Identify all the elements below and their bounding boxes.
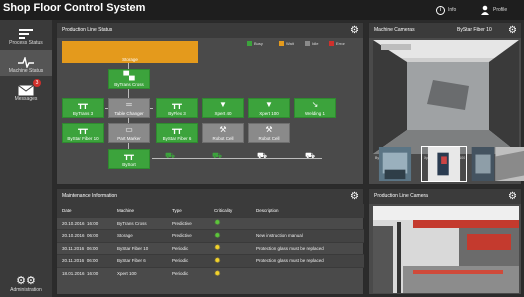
storage-block[interactable]: Storage (62, 41, 198, 63)
criticality-gear-icon: ✹ (214, 230, 221, 240)
gears-icon: ⚙⚙ (16, 275, 36, 287)
machine-bystar-fiber-10[interactable]: ┳┳ ByStar Fiber 10 (62, 123, 104, 143)
gear-icon[interactable]: ⚙ (508, 25, 517, 36)
profile-label: Profile (493, 7, 508, 13)
sidebar-item-label: Messages (14, 96, 38, 102)
criticality-gear-icon: ✹ (214, 255, 221, 265)
criticality-gear-icon: ✹ (214, 243, 221, 253)
panel-title: Maintenance Information (57, 189, 363, 204)
robot-icon: ⚒ (219, 125, 227, 134)
gear-icon[interactable]: ⚙ (350, 191, 359, 202)
table-row[interactable]: 18.01.2016 16:00 Xpert 100 Periodic ✹ (57, 266, 364, 280)
maintenance-table: Date Machine Type Criticality Descriptio… (57, 204, 364, 280)
legend-error: Error (329, 41, 345, 46)
machine-bytrans-3[interactable]: ┳┳ ByTrans 3 (62, 98, 104, 118)
sidebar-item-label: Process Status (9, 40, 43, 46)
production-line-camera-panel: Production Line Camera ⚙ (368, 188, 522, 295)
criticality-gear-icon: ✹ (214, 268, 221, 278)
table-header-row: Date Machine Type Criticality Descriptio… (57, 204, 364, 217)
machine-cameras-panel: Machine Cameras ByStar Fiber 10 ⚙ ByStar… (368, 22, 524, 185)
table-row[interactable]: 20.10.2016 06:00 Storage Predictive ✹ Ne… (57, 229, 364, 242)
machine-xpert-100[interactable]: ▼ Xpert 100 (248, 98, 290, 118)
production-line-status-panel: Production Line Status ⚙ Busy Wait Idle … (56, 22, 364, 185)
current-camera-label: ByStar Fiber 10 (457, 27, 492, 33)
table-row[interactable]: 30.11.2016 06:00 ByStar Fiber 10 Periodi… (57, 241, 364, 255)
sidebar-item-label: Machine Status (8, 68, 44, 74)
machine-icon: ↘ (311, 100, 319, 109)
table-row[interactable]: 20.11.2016 06:00 ByStar Fiber 6 Periodic… (57, 254, 364, 267)
messages-badge: 3 (33, 79, 41, 87)
camera-thumb-xpert-150[interactable] (488, 147, 524, 181)
profile-icon (481, 5, 489, 15)
forklift-icon: ⛟ (165, 151, 176, 160)
machine-bytrans-cross[interactable]: ▀▄ ByTrans Cross (108, 69, 150, 89)
machine-bystar-fiber-6[interactable]: ┳┳ ByStar Fiber 6 (156, 123, 198, 143)
sidebar: Process Status Machine Status 3 Messages… (0, 20, 52, 297)
column-header[interactable]: Type (167, 204, 209, 217)
robot-icon: ⚒ (265, 125, 273, 134)
legend-wait: Wait (279, 41, 294, 46)
forklift-icon: ⛟ (212, 151, 223, 160)
sidebar-item-messages[interactable]: 3 Messages (0, 78, 52, 104)
machine-camera-view (373, 40, 519, 154)
info-icon: i (436, 5, 445, 15)
legend-busy: Busy (247, 41, 263, 46)
top-bar: Shop Floor Control System i Info Profile (0, 0, 524, 20)
maintenance-panel: Maintenance Information ⚙ Date Machine T… (56, 188, 364, 295)
machine-xpert-40[interactable]: ▼ Xpert 40 (202, 98, 244, 118)
machine-icon: ▼ (219, 100, 227, 109)
machine-icon: ┳┳ (172, 125, 182, 134)
column-header[interactable]: Criticality (209, 204, 251, 217)
criticality-gear-icon: ✹ (214, 218, 221, 228)
gear-icon[interactable]: ⚙ (508, 191, 517, 202)
info-button[interactable]: i Info (436, 2, 456, 18)
machine-bysort[interactable]: ┳┳ BySort (108, 149, 150, 169)
camera-thumb-xpert-40[interactable] (421, 146, 467, 182)
legend-idle: Idle (305, 41, 318, 46)
sidebar-item-administration[interactable]: ⚙⚙ Administration (0, 267, 52, 295)
panel-title: Production Line Status (57, 23, 363, 38)
heartbeat-icon (18, 57, 34, 68)
panel-title: Machine Cameras ByStar Fiber 10 (369, 23, 521, 38)
app-title: Shop Floor Control System (3, 2, 146, 14)
machine-icon: ▼ (265, 100, 273, 109)
machine-icon: ┳┳ (78, 125, 88, 134)
machine-robot-cell-1[interactable]: ⚒ Robot Cell (202, 123, 244, 143)
gear-icon[interactable]: ⚙ (350, 25, 359, 36)
machine-icon: ┳┳ (78, 100, 88, 109)
panel-title: Production Line Camera (369, 189, 521, 204)
profile-button[interactable]: Profile (480, 2, 507, 18)
sidebar-item-label: Administration (10, 287, 42, 293)
column-header[interactable]: Description (251, 204, 364, 217)
column-header[interactable]: Machine (112, 204, 167, 217)
camera-thumb-bystar-fiber-6[interactable] (373, 147, 417, 181)
machine-icon: ═ (126, 100, 132, 109)
process-status-icon (19, 29, 33, 39)
forklift-icon: ⛟ (305, 151, 316, 160)
envelope-icon (18, 85, 34, 96)
sidebar-item-process-status[interactable]: Process Status (0, 22, 52, 48)
machine-robot-cell-2[interactable]: ⚒ Robot Cell (248, 123, 290, 143)
production-line-camera-view (373, 206, 519, 293)
machine-part-marker[interactable]: ▭ Part Marker (108, 123, 150, 143)
machine-icon: ▀▄ (123, 71, 135, 80)
forklift-icon: ⛟ (257, 151, 268, 160)
table-row[interactable]: 20.10.2016 16:00 ByTrans Cross Predictiv… (57, 216, 364, 230)
machine-byflex-3[interactable]: ┳┳ ByFlex 3 (156, 98, 198, 118)
machine-icon: ▭ (125, 125, 133, 134)
sidebar-item-machine-status[interactable]: Machine Status (0, 50, 52, 76)
machine-icon: ┳┳ (172, 100, 182, 109)
machine-welding-1[interactable]: ↘ Welding 1 (294, 98, 336, 118)
machine-icon: ┳┳ (124, 151, 134, 160)
column-header[interactable]: Date (57, 204, 112, 217)
machine-table-changer[interactable]: ═ Table Changer (108, 98, 150, 118)
info-label: Info (448, 7, 457, 13)
